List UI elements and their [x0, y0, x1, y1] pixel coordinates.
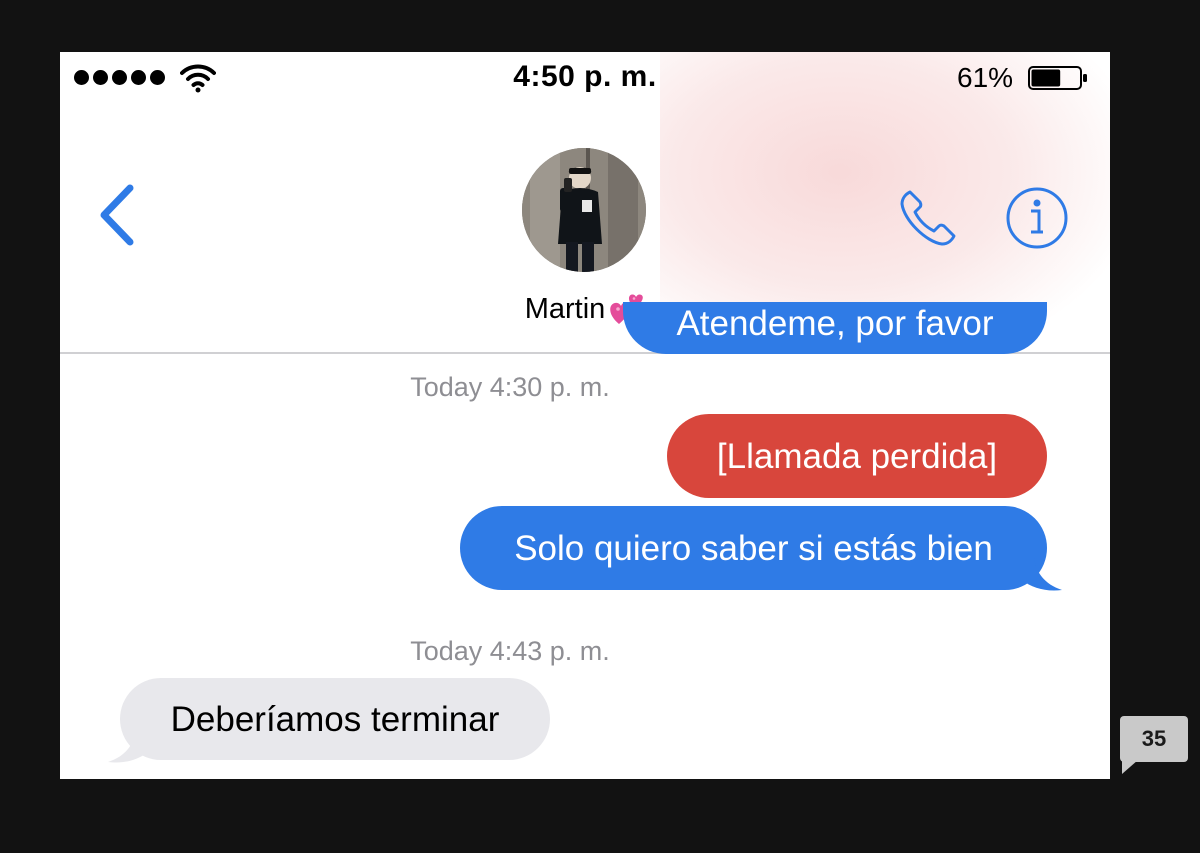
info-icon[interactable] [1005, 186, 1069, 250]
messages-screen: 4:50 p. m. 61% Martin Atendeme, por favo… [60, 52, 1110, 779]
page-number: 35 [1120, 716, 1188, 762]
phone-icon[interactable] [896, 186, 960, 250]
page-number-badge: 35 [1120, 716, 1188, 776]
contact-avatar[interactable] [522, 148, 646, 272]
message-bubble-sent[interactable]: Solo quiero saber si estás bien [460, 506, 1047, 590]
battery-percent: 61% [957, 62, 1014, 93]
status-time: 4:50 p. m. [513, 60, 657, 93]
message-text: Solo quiero saber si estás bien [514, 528, 993, 568]
message-bubble-received[interactable]: Deberíamos terminar [120, 678, 550, 760]
message-bubble-sent[interactable]: Atendeme, por favor [623, 302, 1047, 354]
status-bar: 4:50 p. m. 61% [60, 52, 1110, 104]
message-timestamp: Today 4:43 p. m. [410, 636, 610, 666]
message-bubble-missed-call[interactable]: [Llamada perdida] [667, 414, 1047, 498]
avatar-photo [522, 148, 646, 272]
message-thread[interactable]: Atendeme, por favor Today 4:30 p. m. [Ll… [60, 302, 1110, 779]
battery-icon [1028, 66, 1087, 90]
message-text: Atendeme, por favor [676, 303, 994, 343]
bubble-tail [108, 730, 148, 763]
bubble-tail [1022, 558, 1062, 591]
message-timestamp: Today 4:30 p. m. [410, 372, 610, 402]
message-text: [Llamada perdida] [716, 436, 998, 476]
chevron-left-icon[interactable] [96, 184, 138, 246]
message-text: Deberíamos terminar [170, 699, 500, 739]
badge-tail [1122, 760, 1138, 774]
